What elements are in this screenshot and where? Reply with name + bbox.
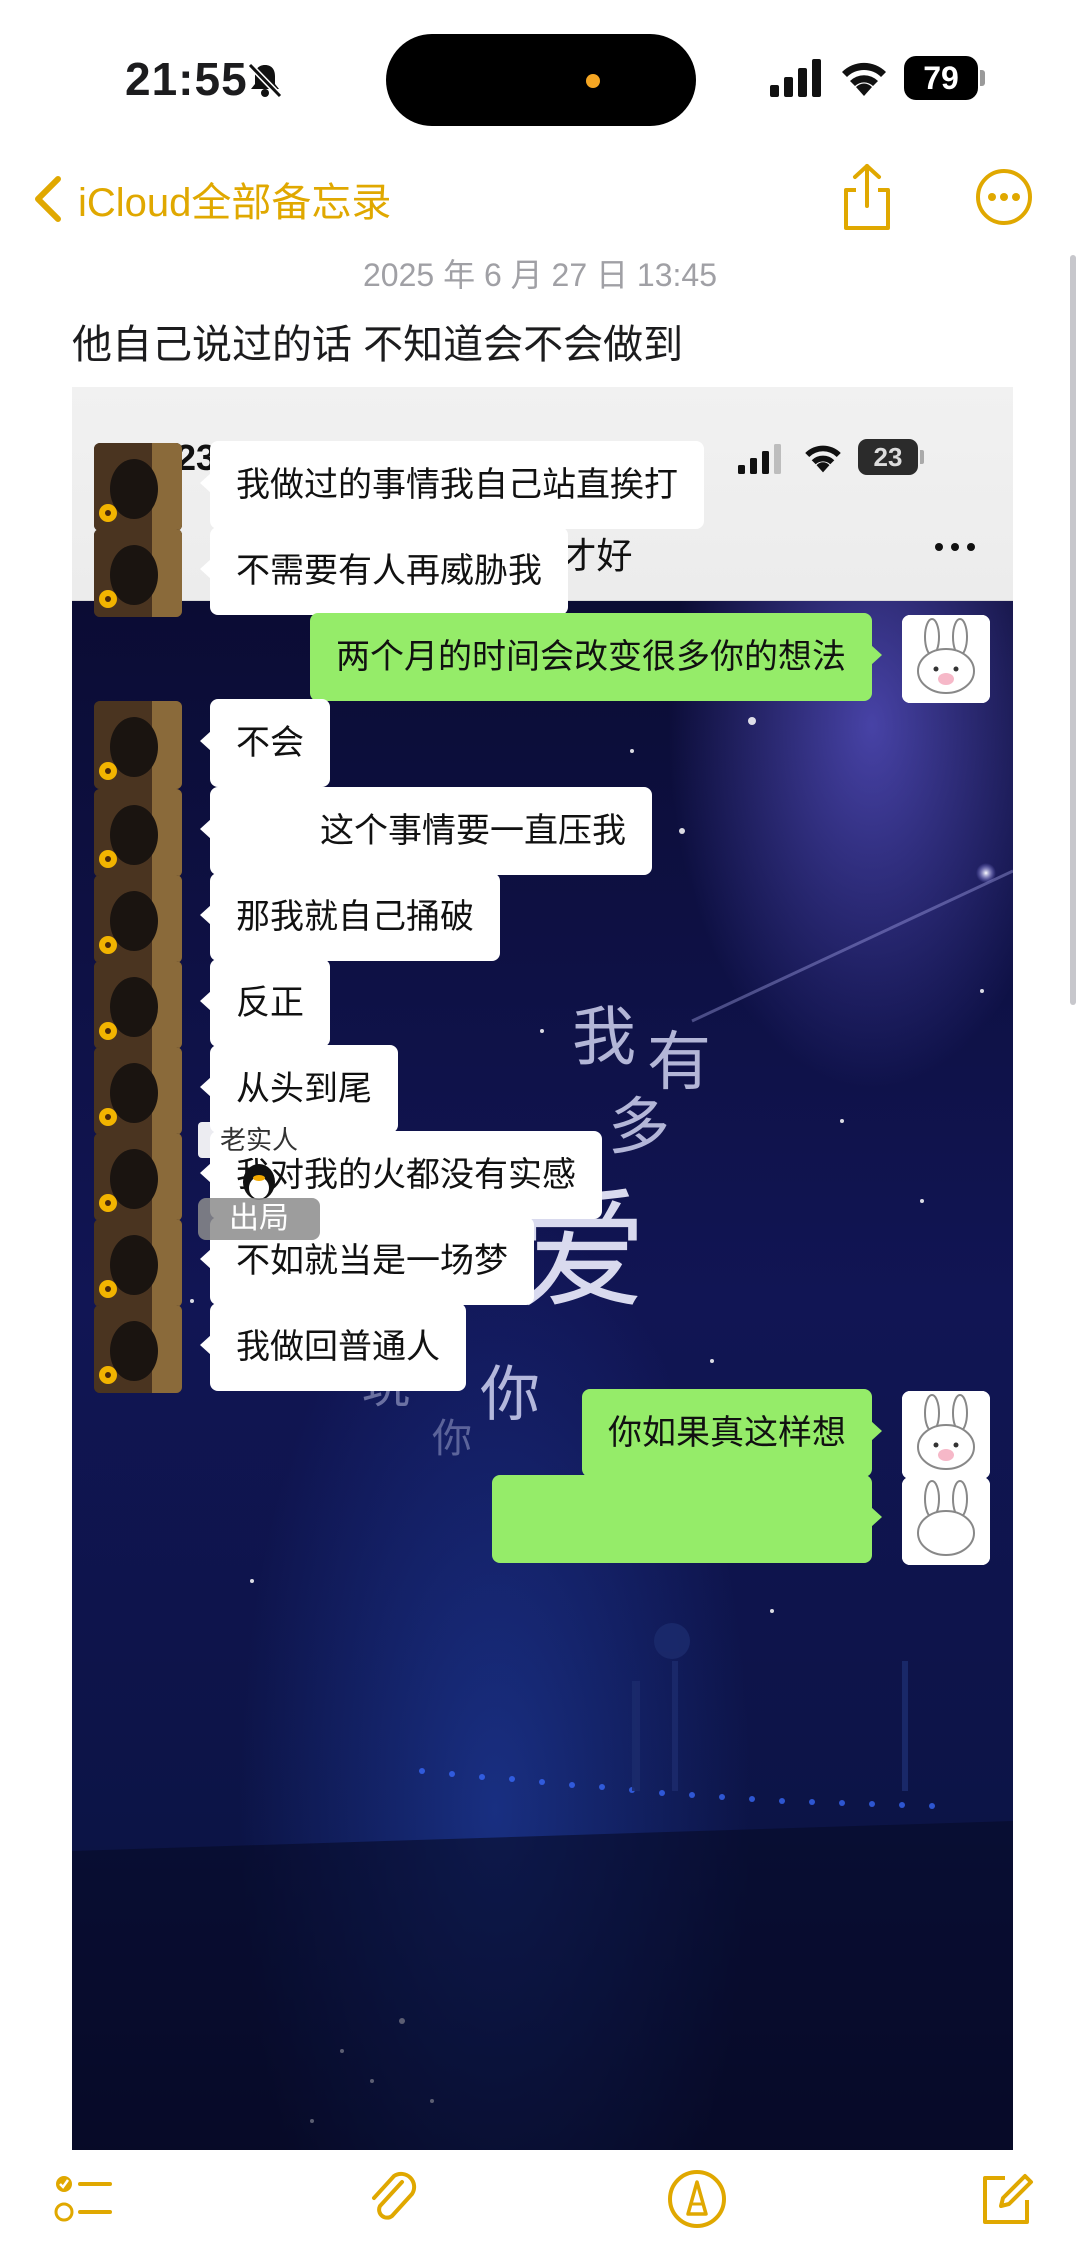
message-bubble-received[interactable]: 不需要有人再威胁我 [200, 527, 568, 615]
status-time: 21:55 [125, 53, 248, 105]
penguin-icon [243, 1164, 275, 1200]
battery-level: 79 [904, 56, 978, 100]
watermark-label-bottom: 出局 [198, 1198, 320, 1240]
message-bubble-received[interactable]: 不会 [200, 699, 330, 787]
cellular-signal-icon [770, 59, 821, 97]
message-row: 那我就自己捅破 [72, 873, 1013, 965]
message-bubble-received[interactable]: 这个事情要一直压我 [200, 787, 652, 875]
contact-avatar[interactable] [94, 961, 182, 1049]
message-bubble-received[interactable]: 反正 [200, 959, 330, 1047]
message-row: 不需要有人再威胁我 [72, 527, 1013, 619]
message-row: 这个事情要一直压我 [72, 787, 1013, 879]
embedded-screenshot[interactable]: 23:52 23 怎么办才好 [72, 387, 1013, 2150]
message-row: 两个月的时间会改变很多你的想法 [72, 613, 1013, 705]
bottom-toolbar [0, 2150, 1080, 2250]
message-bubble-sent[interactable]: 两个月的时间会改变很多你的想法 [310, 613, 882, 701]
wifi-icon [842, 62, 886, 96]
chevron-left-icon [35, 176, 61, 222]
note-body-text[interactable]: 他自己说过的话 不知道会不会做到 [72, 312, 683, 370]
share-icon[interactable] [838, 162, 896, 232]
note-date: 2025 年 6 月 27 日 13:45 [362, 257, 717, 293]
status-bar: 21:55 79 [0, 0, 1080, 160]
dynamic-island [386, 34, 696, 126]
nav-bar: iCloud全部备忘录 [0, 150, 1080, 250]
markup-pen-icon[interactable] [666, 2168, 728, 2230]
contact-avatar[interactable] [94, 875, 182, 963]
contact-avatar[interactable] [94, 1047, 182, 1135]
message-row-partial [72, 1475, 1013, 1567]
message-bubble-sent[interactable]: 你如果真这样想 [582, 1389, 882, 1477]
sticker-watermark: 老实人 出局 [198, 1122, 320, 1240]
message-row: 反正 [72, 959, 1013, 1051]
message-row: 我做回普通人 [72, 1303, 1013, 1395]
scrollbar[interactable] [1070, 255, 1076, 1005]
watermark-label-top: 老实人 [198, 1122, 320, 1158]
back-button[interactable]: iCloud全部备忘录 [28, 164, 391, 234]
bell-off-icon [247, 62, 283, 99]
checklist-icon[interactable] [52, 2168, 114, 2230]
contact-avatar[interactable] [94, 701, 182, 789]
message-bubble-received[interactable]: 我做回普通人 [200, 1303, 466, 1391]
contact-avatar[interactable] [94, 443, 182, 531]
contact-avatar[interactable] [94, 1305, 182, 1393]
back-label: iCloud全部备忘录 [78, 181, 392, 225]
recording-dot [586, 74, 600, 88]
battery-icon: 79 [904, 56, 986, 100]
message-row: 你如果真这样想 [72, 1389, 1013, 1481]
attachment-paperclip-icon[interactable] [362, 2168, 424, 2230]
message-bubble-received[interactable]: 我做过的事情我自己站直挨打 [200, 441, 704, 529]
message-bubble-received[interactable]: 从头到尾 [200, 1045, 398, 1133]
contact-avatar[interactable] [94, 1219, 182, 1307]
compose-note-icon[interactable] [975, 2168, 1037, 2230]
more-options-icon[interactable] [975, 168, 1033, 226]
own-avatar-rabbit[interactable] [902, 1477, 990, 1565]
own-avatar-rabbit[interactable] [902, 1391, 990, 1479]
contact-avatar[interactable] [94, 1133, 182, 1221]
message-row: 我做过的事情我自己站直挨打 [72, 441, 1013, 533]
message-bubble-received[interactable]: 那我就自己捅破 [200, 873, 500, 961]
contact-avatar[interactable] [94, 789, 182, 877]
message-bubble-sent[interactable] [492, 1475, 882, 1563]
own-avatar-rabbit[interactable] [902, 615, 990, 703]
message-row: 不会 [72, 699, 1013, 791]
contact-avatar[interactable] [94, 529, 182, 617]
